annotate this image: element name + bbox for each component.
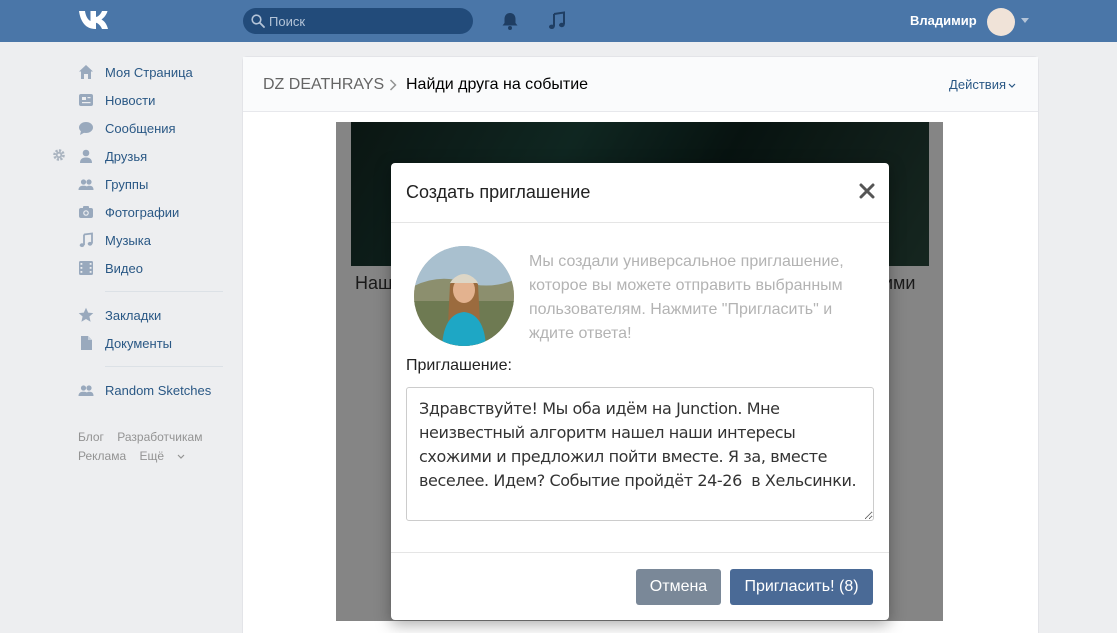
sidebar-item-label: Сообщения bbox=[105, 120, 176, 136]
sidebar-item-my-page[interactable]: Моя Страница bbox=[78, 58, 223, 86]
gear-icon[interactable] bbox=[52, 148, 66, 162]
page-title: Найди друга на событие bbox=[406, 76, 589, 93]
close-icon[interactable] bbox=[859, 183, 875, 199]
sidebar-footer: Блог Разработчикам Реклама Ещё bbox=[78, 428, 228, 466]
music-icon bbox=[79, 232, 93, 248]
sidebar-divider bbox=[105, 366, 223, 367]
sidebar-item-label: Random Sketches bbox=[105, 382, 212, 398]
sidebar-item-documents[interactable]: Документы bbox=[78, 329, 223, 357]
friend-avatar bbox=[414, 246, 514, 346]
sidebar-item-groups[interactable]: Группы bbox=[78, 170, 223, 198]
search-box[interactable] bbox=[243, 8, 473, 34]
breadcrumb: DZ DEATHRAYS Найди друга на событие Дейс… bbox=[243, 57, 1038, 112]
chevron-down-icon bbox=[177, 454, 185, 459]
search-input[interactable] bbox=[269, 8, 464, 34]
sidebar-item-messages[interactable]: Сообщения bbox=[78, 114, 223, 142]
sidebar: Моя Страница Новости Сообщения Друзья Гр… bbox=[78, 58, 223, 404]
invitation-label: Приглашение: bbox=[406, 357, 512, 374]
friends-icon bbox=[80, 149, 92, 163]
sidebar-item-label: Группы bbox=[105, 176, 149, 192]
breadcrumb-group-link[interactable]: DZ DEATHRAYS bbox=[263, 76, 384, 94]
sidebar-item-label: Новости bbox=[105, 92, 156, 108]
invite-modal: Создать приглашение Мы создали универсал… bbox=[391, 163, 889, 620]
user-avatar[interactable] bbox=[987, 8, 1015, 36]
video-icon bbox=[79, 261, 93, 275]
messages-icon bbox=[79, 122, 93, 135]
sidebar-item-bookmarks[interactable]: Закладки bbox=[78, 301, 223, 329]
groups-icon bbox=[78, 179, 94, 190]
star-icon bbox=[78, 307, 94, 322]
footer-link-blog[interactable]: Блог bbox=[78, 430, 104, 444]
footer-link-developers[interactable]: Разработчикам bbox=[117, 430, 202, 444]
camera-icon bbox=[79, 206, 93, 218]
home-icon bbox=[79, 65, 93, 79]
modal-title: Создать приглашение bbox=[406, 182, 591, 202]
modal-description: Мы создали универсальное приглашение, ко… bbox=[529, 253, 844, 342]
chevron-down-icon bbox=[1008, 83, 1016, 88]
document-icon bbox=[81, 336, 92, 350]
sidebar-item-label: Закладки bbox=[105, 307, 162, 323]
modal-divider bbox=[391, 222, 889, 223]
chevron-down-icon[interactable] bbox=[1021, 18, 1029, 24]
sidebar-item-news[interactable]: Новости bbox=[78, 86, 223, 114]
sidebar-item-friends[interactable]: Друзья bbox=[78, 142, 223, 170]
vk-logo-icon[interactable] bbox=[78, 9, 112, 31]
sidebar-item-label: Моя Страница bbox=[105, 64, 193, 80]
invitation-textarea[interactable]: Здравствуйте! Мы оба идём на Junction. М… bbox=[406, 387, 874, 521]
sidebar-divider bbox=[105, 291, 223, 292]
sidebar-item-label: Видео bbox=[105, 260, 143, 276]
news-icon bbox=[79, 94, 93, 106]
sidebar-item-random-sketches[interactable]: Random Sketches bbox=[78, 376, 223, 404]
cancel-button[interactable]: Отмена bbox=[636, 569, 721, 605]
notifications-bell-icon[interactable] bbox=[500, 11, 520, 31]
sidebar-item-label: Документы bbox=[105, 335, 173, 351]
user-name[interactable]: Владимир bbox=[910, 13, 977, 28]
invite-button[interactable]: Пригласить! (8) bbox=[730, 569, 873, 605]
app-icon bbox=[78, 385, 94, 396]
search-icon bbox=[251, 14, 265, 28]
actions-dropdown[interactable]: Действия bbox=[949, 77, 1016, 92]
top-header: Владимир bbox=[0, 0, 1117, 42]
sidebar-item-label: Друзья bbox=[105, 148, 148, 164]
sidebar-item-photos[interactable]: Фотографии bbox=[78, 198, 223, 226]
sidebar-item-video[interactable]: Видео bbox=[78, 254, 223, 282]
sidebar-item-music[interactable]: Музыка bbox=[78, 226, 223, 254]
sidebar-item-label: Музыка bbox=[105, 232, 151, 248]
footer-link-ads[interactable]: Реклама bbox=[78, 449, 126, 463]
chevron-right-icon bbox=[389, 79, 397, 91]
person-photo bbox=[414, 246, 514, 346]
sidebar-item-label: Фотографии bbox=[105, 204, 180, 220]
music-player-icon[interactable] bbox=[547, 11, 567, 31]
modal-divider bbox=[391, 552, 889, 553]
footer-link-more[interactable]: Ещё bbox=[139, 449, 185, 463]
